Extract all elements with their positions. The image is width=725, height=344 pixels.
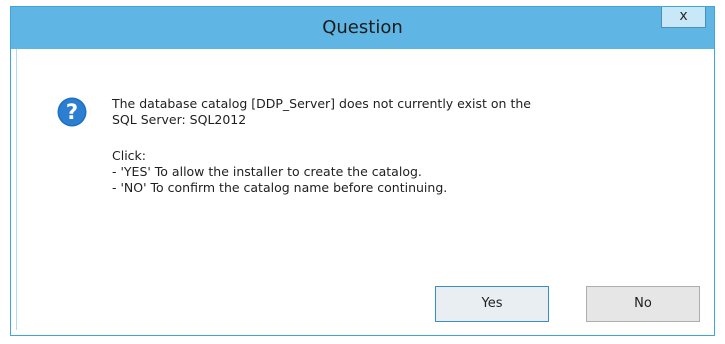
click-label: Click: [112, 148, 146, 163]
message-line-2: SQL Server: SQL2012 [112, 112, 247, 127]
close-icon: x [679, 8, 688, 24]
question-dialog: Question x ? The database catalog [DDP_S… [10, 6, 715, 336]
yes-button[interactable]: Yes [435, 286, 549, 322]
dialog-title: Question [322, 17, 403, 38]
dialog-body: ? The database catalog [DDP_Server] does… [16, 49, 709, 330]
message-text: The database catalog [DDP_Server] does n… [112, 96, 682, 196]
message-line-1: The database catalog [DDP_Server] does n… [112, 96, 531, 111]
option-no-text: - 'NO' To confirm the catalog name befor… [112, 180, 448, 195]
option-yes-text: - 'YES' To allow the installer to create… [112, 164, 422, 179]
no-button[interactable]: No [586, 286, 700, 322]
question-icon: ? [57, 97, 87, 127]
close-button[interactable]: x [661, 7, 706, 28]
svg-text:?: ? [66, 100, 78, 124]
title-bar[interactable]: Question x [11, 7, 714, 49]
